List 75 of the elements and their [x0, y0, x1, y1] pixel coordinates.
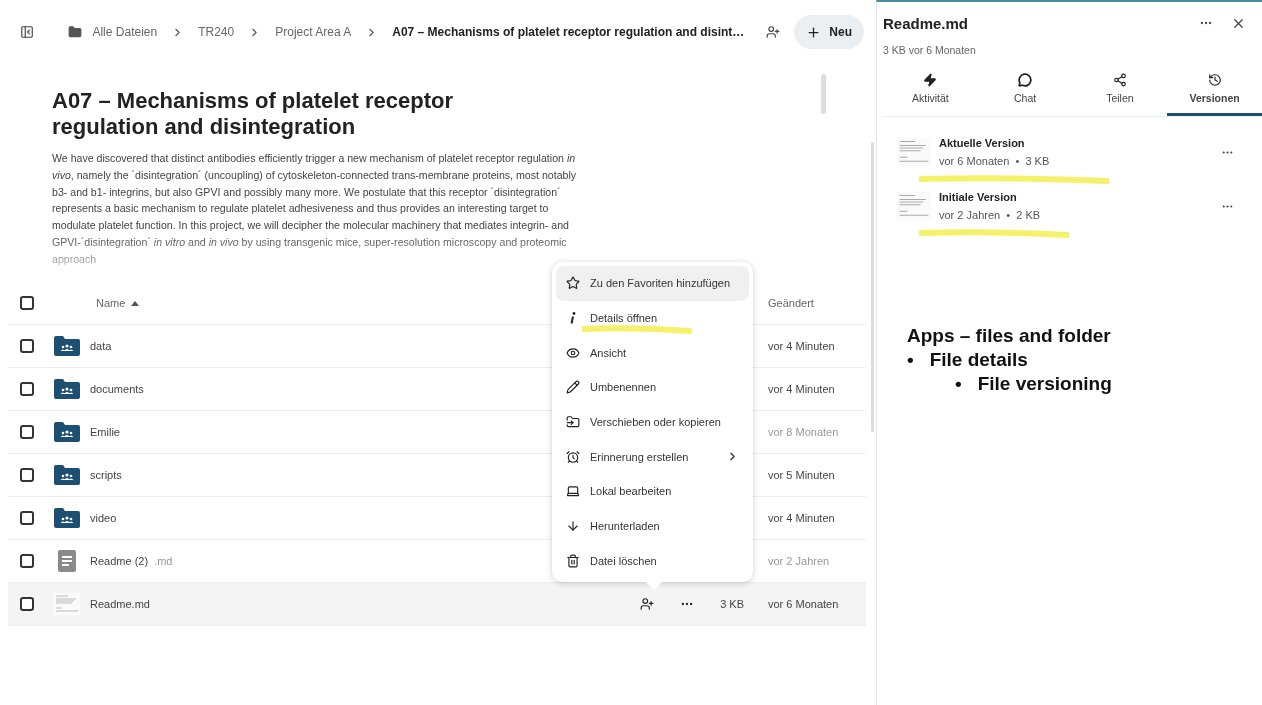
breadcrumb[interactable]: TR240	[198, 25, 235, 39]
modified-date: vor 4 Minuten	[768, 383, 836, 395]
column-header[interactable]: Geändert	[768, 297, 866, 309]
file-name[interactable]: video	[90, 512, 117, 524]
sidebar-tab[interactable]: Teilen	[1072, 72, 1168, 116]
modified-date: vor 6 Monaten	[768, 598, 840, 610]
history-icon	[1207, 73, 1222, 87]
file-name[interactable]: data	[90, 340, 112, 352]
file-row[interactable]: Readme.md 3 KB vor 6 Monaten	[8, 583, 866, 626]
sidebar-title: Readme.md	[883, 14, 970, 32]
laptop-icon	[566, 484, 580, 499]
menu-item[interactable]: Zu den Favoriten hinzufügen	[556, 266, 749, 301]
sidebar-tab[interactable]: Chat	[977, 72, 1073, 116]
file-thumbnail	[54, 593, 80, 615]
lightning-icon	[923, 73, 938, 87]
row-checkbox[interactable]	[20, 597, 34, 611]
row-checkbox[interactable]	[20, 511, 34, 525]
version-meta: vor 6 Monaten • 3 KB	[939, 155, 1051, 167]
version-meta: vor 2 Jahren • 2 KB	[939, 209, 1042, 221]
alarm-clock-icon	[566, 449, 580, 464]
file-name[interactable]: Readme.md	[90, 598, 150, 610]
file-size: 3 KB	[719, 598, 744, 610]
folder-move-icon	[566, 415, 580, 430]
bullet: •	[907, 349, 914, 371]
row-checkbox[interactable]	[20, 382, 34, 396]
file-name[interactable]: scripts	[90, 469, 122, 481]
shared-folder-icon	[54, 508, 80, 528]
eye-icon	[566, 345, 580, 360]
breadcrumb[interactable]: Project Area A	[275, 25, 352, 39]
share-person-icon[interactable]	[640, 597, 654, 611]
scrollbar[interactable]	[871, 142, 874, 432]
modified-date: vor 5 Minuten	[768, 469, 836, 481]
folder-icon	[68, 25, 83, 39]
modified-date: vor 4 Minuten	[768, 512, 836, 524]
shared-folder-icon	[54, 465, 80, 485]
readme-title: A07 – Mechanisms of platelet receptor regulation and disintegration	[52, 88, 455, 140]
breadcrumb[interactable]: A07 – Mechanisms of platelet receptor regulation and disint…	[392, 25, 745, 39]
sidebar-tab[interactable]: Aktivität	[883, 72, 978, 116]
column-header[interactable]: Name	[96, 297, 140, 309]
sidebar-toggle-icon[interactable]	[20, 25, 34, 39]
download-icon	[566, 519, 580, 534]
share-icon	[1112, 73, 1127, 87]
trash-icon	[566, 553, 580, 568]
sidebar-tab[interactable]: Versionen	[1167, 72, 1262, 116]
row-checkbox[interactable]	[20, 339, 34, 353]
shared-folder-icon	[54, 336, 80, 356]
note-item: File details	[929, 349, 1028, 371]
document-icon	[57, 550, 77, 572]
file-name[interactable]: Emilie	[90, 426, 120, 438]
modified-date: vor 2 Jahren	[768, 555, 831, 567]
scrollbar[interactable]	[821, 74, 826, 114]
chat-bubble-icon	[1018, 73, 1033, 87]
breadcrumb[interactable]: Alle Dateien	[68, 25, 158, 39]
file-meta: 3 KB vor 6 Monaten	[883, 44, 977, 56]
share-person-icon[interactable]	[766, 25, 781, 39]
plus-icon	[806, 24, 822, 40]
note-heading: Apps – files and folder	[907, 325, 1112, 347]
version-title: Aktuelle Version	[939, 137, 1026, 149]
row-checkbox[interactable]	[20, 468, 34, 482]
row-checkbox[interactable]	[20, 425, 34, 439]
note-item: File versioning	[977, 373, 1112, 395]
row-checkbox[interactable]	[20, 554, 34, 568]
star-icon	[566, 276, 580, 291]
shared-folder-icon	[54, 422, 80, 442]
select-all-checkbox[interactable]	[20, 296, 34, 310]
modified-date: vor 4 Minuten	[768, 340, 836, 352]
bullet: •	[955, 373, 962, 395]
readme-text: We have discovered that distinct antibodies efficiently trigger a new mechanism of platelet receptor regulation in vivo, namely the ´disintegration´ (uncoupling) of cytoskeleton-connected trans-membrane proteins, most notably b3- and b1- integrins, but also GPVI and possibly many more. We postulate that this receptor ´disintegration´ represents a basic mechanism to regulate platelet adhesiveness and thus provides an interesting target to modulate platelet function. In this project, we will decipher the molecular machinery that mediates integrin- and GPVI-´disintegration´ in vitro and in vivo by using transgenic mice, super-resolution microscopy and proteomic approach	[52, 151, 578, 267]
version-title: Initiale Version	[939, 191, 1018, 203]
shared-folder-icon	[54, 379, 80, 399]
modified-date: vor 8 Monaten	[768, 426, 840, 438]
new-button[interactable]: Neu	[794, 15, 864, 49]
pencil-icon	[566, 380, 580, 395]
file-name[interactable]: Readme (2) .md	[90, 555, 173, 567]
file-name[interactable]: documents	[90, 383, 144, 395]
